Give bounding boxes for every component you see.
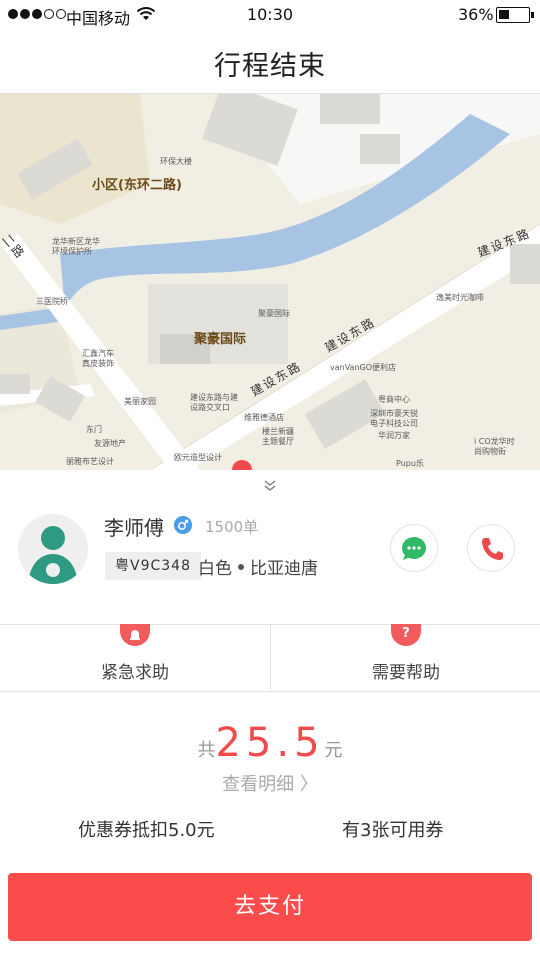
driver-silhouette-icon [28, 526, 78, 584]
battery-percentage: 36% [458, 5, 494, 24]
map-label: 美丽家园 [124, 397, 156, 406]
map-label: 电子科技公司 [370, 419, 418, 428]
alarm-icon [120, 624, 150, 646]
license-plate: 粤V9C348 [105, 552, 201, 580]
message-driver-button[interactable] [390, 524, 438, 572]
status-bar: 中国移动 10:30 36% [0, 0, 540, 30]
map-label: 友源地产 [94, 439, 126, 448]
call-driver-button[interactable] [467, 524, 515, 572]
order-count: 1500单 [205, 518, 259, 536]
car-color: 白色 [198, 559, 232, 579]
map-label: Pupu乐 [396, 459, 424, 468]
help-row: 紧急求助 ? 需要帮助 [0, 624, 540, 693]
fare-unit: 元 [324, 740, 343, 761]
nav-bar: 行程结束 [0, 30, 540, 94]
map-label: 丽雅布艺设计 [66, 457, 114, 466]
driver-avatar [18, 514, 88, 584]
collapse-chevron-icon[interactable] [258, 478, 282, 494]
route-map[interactable]: 小区(东环二路) 聚豪国际 建设东路 建设东路 建设东路 二路 环保大楼 龙华新… [0, 94, 540, 470]
map-label: 聚豪国际 [258, 309, 290, 318]
map-label: vanVanGO便利店 [330, 363, 397, 372]
page-title: 行程结束 [214, 51, 326, 82]
view-details-link[interactable]: 查看明细 〉 [0, 770, 540, 796]
need-help-button[interactable]: ? 需要帮助 [270, 624, 540, 693]
question-icon: ? [391, 624, 421, 646]
map-label: 环境保护所 [52, 247, 92, 256]
map-label: 尚购物街 [474, 447, 506, 456]
map-label: 设路交叉口 [190, 403, 230, 412]
map-label: 逸美时光咖啡 [436, 293, 484, 302]
driver-name: 李师傅 [104, 516, 164, 540]
map-label: 维雅德酒店 [244, 413, 284, 422]
male-icon [174, 516, 192, 534]
map-label: 欧元造型设计 [174, 453, 222, 462]
phone-icon [482, 538, 503, 560]
emergency-help-button[interactable]: 紧急求助 [0, 624, 270, 693]
map-label: 华润万家 [378, 431, 410, 440]
map-label: 聚豪国际 [194, 332, 247, 347]
map-label: 东门 [86, 425, 102, 434]
fare-total: 共25.5元 [0, 720, 540, 770]
map-label: 环保大楼 [160, 157, 192, 166]
pay-button[interactable]: 去支付 [8, 873, 532, 941]
fare-amount: 25.5 [215, 720, 325, 766]
chat-icon [402, 537, 426, 560]
battery-icon [496, 7, 534, 23]
map-label: 真皮装饰 [82, 359, 114, 368]
emergency-help-label: 紧急求助 [101, 663, 169, 683]
coupon-deduction: 优惠券抵扣5.0元 [78, 820, 215, 841]
available-coupons-link[interactable]: 有3张可用券 [342, 816, 443, 842]
map-label: 三医院桥 [36, 297, 68, 306]
map-label: 主题餐厅 [262, 437, 294, 446]
map-label: 粤商中心 [378, 395, 410, 404]
map-label: 小区(东环二路) [92, 178, 182, 193]
need-help-label: 需要帮助 [372, 663, 440, 683]
separator-dot [238, 564, 244, 570]
fare-prefix: 共 [197, 740, 216, 761]
car-model: 比亚迪唐 [250, 559, 318, 579]
